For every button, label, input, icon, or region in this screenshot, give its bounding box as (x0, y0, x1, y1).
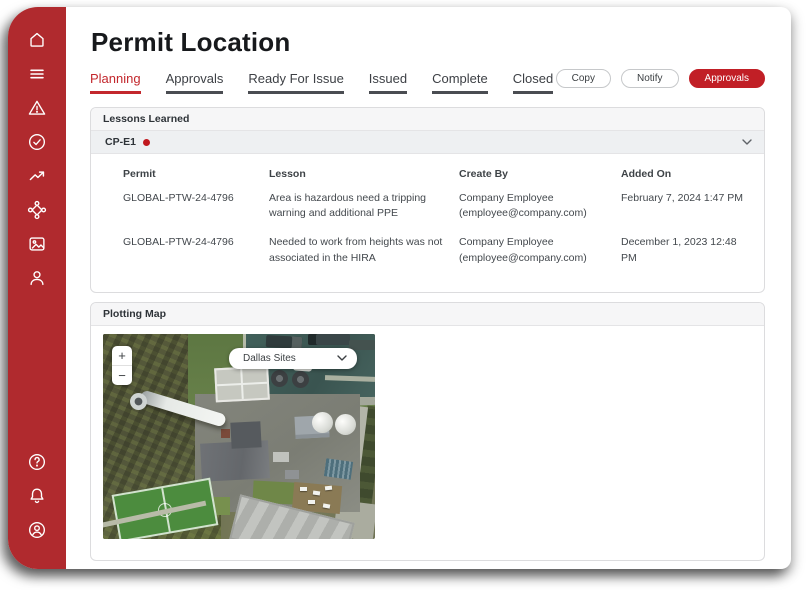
map-truck (300, 487, 307, 491)
main-content: Permit Location Planning Approvals Ready… (66, 7, 791, 569)
map-truck (308, 500, 315, 504)
action-buttons: Copy Notify Approvals (556, 69, 765, 88)
map-barge (349, 340, 375, 350)
map-shed (273, 452, 289, 462)
copy-button[interactable]: Copy (556, 69, 611, 88)
map-shed (221, 429, 230, 438)
check-circle-icon[interactable] (26, 131, 48, 153)
bell-icon[interactable] (26, 485, 48, 507)
map-barge (308, 334, 350, 345)
map-barge (266, 335, 303, 349)
zoom-in-button[interactable]: + (112, 346, 132, 365)
lessons-table: Permit Lesson Create By Added On GLOBAL-… (91, 154, 764, 292)
tab-approvals[interactable]: Approvals (166, 71, 224, 94)
map-chimney-base (130, 393, 147, 410)
app-window: Permit Location Planning Approvals Ready… (8, 7, 791, 569)
row2-create-by-name: Company Employee (459, 235, 607, 250)
tab-complete[interactable]: Complete (432, 71, 488, 94)
map-basins (214, 365, 270, 402)
map-truck (313, 490, 320, 495)
site-selector-value: Dallas Sites (243, 353, 296, 364)
lesson-group-row[interactable]: CP-E1 (91, 131, 764, 154)
map-shed (285, 470, 299, 479)
map-panel-title: Plotting Map (91, 303, 764, 326)
page-title: Permit Location (91, 27, 765, 58)
person-icon[interactable] (26, 267, 48, 289)
site-selector-dropdown[interactable]: Dallas Sites (229, 348, 357, 369)
map-cooling-fan (271, 370, 288, 387)
hub-icon[interactable] (26, 199, 48, 221)
lessons-learned-panel: Lessons Learned CP-E1 Permit Lesson Crea… (90, 107, 765, 293)
row1-create-by: Company Employee (employee@company.com) (459, 191, 621, 235)
map-body: + − Dallas Sites (91, 326, 764, 560)
map-truck (323, 503, 331, 508)
tab-issued[interactable]: Issued (369, 71, 407, 94)
image-icon[interactable] (26, 233, 48, 255)
menu-icon[interactable] (26, 63, 48, 85)
row2-permit: GLOBAL-PTW-24-4796 (123, 235, 269, 279)
col-header-lesson: Lesson (269, 168, 459, 191)
chevron-down-icon[interactable] (742, 139, 752, 145)
map-storage-tank (312, 412, 333, 433)
row2-create-by-email: (employee@company.com) (459, 251, 607, 266)
col-header-permit: Permit (123, 168, 269, 191)
map-building (230, 421, 261, 449)
row1-create-by-name: Company Employee (459, 191, 607, 206)
map-zoom-control: + − (112, 346, 132, 385)
row1-permit: GLOBAL-PTW-24-4796 (123, 191, 269, 235)
col-header-create-by: Create By (459, 168, 621, 191)
row2-lesson: Needed to work from heights was not asso… (269, 235, 459, 279)
row1-added-on: February 7, 2024 1:47 PM (621, 191, 764, 235)
trend-icon[interactable] (26, 165, 48, 187)
row1-lesson: Area is hazardous need a tripping warnin… (269, 191, 459, 235)
col-header-added-on: Added On (621, 168, 764, 191)
tab-planning[interactable]: Planning (90, 71, 141, 94)
map-truck (325, 486, 332, 491)
notify-button[interactable]: Notify (621, 69, 679, 88)
chevron-down-icon (337, 355, 347, 361)
warning-icon[interactable] (26, 97, 48, 119)
lessons-panel-title: Lessons Learned (91, 108, 764, 131)
map-storage-tank (335, 414, 356, 435)
map-process-unit (324, 458, 353, 480)
row2-added-on: December 1, 2023 12:48 PM (621, 235, 764, 279)
row2-create-by: Company Employee (employee@company.com) (459, 235, 621, 279)
map-cooling-fan (292, 371, 309, 388)
zoom-out-button[interactable]: − (112, 366, 132, 385)
approvals-button[interactable]: Approvals (689, 69, 765, 88)
account-icon[interactable] (26, 519, 48, 541)
tab-closed[interactable]: Closed (513, 71, 553, 94)
row1-create-by-email: (employee@company.com) (459, 206, 607, 221)
home-icon[interactable] (26, 29, 48, 51)
satellite-map[interactable]: + − Dallas Sites (103, 334, 375, 539)
status-dot (143, 139, 150, 146)
plotting-map-panel: Plotting Map (90, 302, 765, 561)
tab-ready-for-issue[interactable]: Ready For Issue (248, 71, 343, 94)
sidebar (8, 7, 66, 569)
help-icon[interactable] (26, 451, 48, 473)
lesson-group-label: CP-E1 (105, 136, 136, 148)
